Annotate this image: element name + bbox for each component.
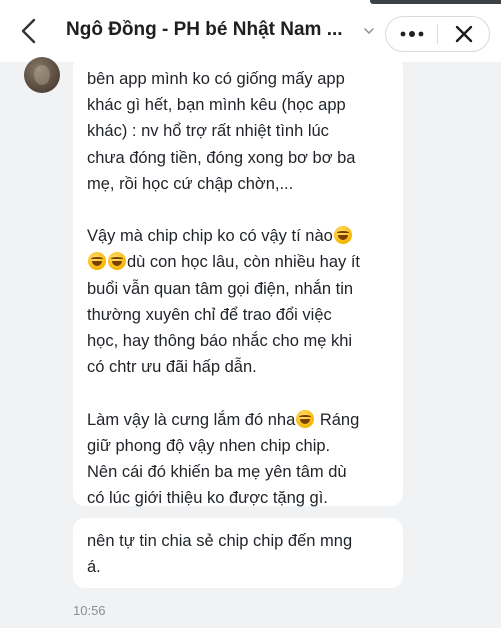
laughing-emoji-icon <box>108 252 126 271</box>
message-paragraph: Vậy mà chip chip ko có vậy tí nào dù con… <box>87 226 360 377</box>
sender-avatar[interactable] <box>24 57 60 93</box>
capsule-menu <box>385 16 490 52</box>
window-edge <box>370 0 501 4</box>
message-timestamp: 10:56 <box>73 603 106 618</box>
chevron-down-icon[interactable] <box>362 24 376 38</box>
conversation-title[interactable]: Ngô Đồng - PH bé Nhật Nam ... <box>66 18 358 42</box>
message-paragraph: bên app mình ko có giống mấy app khác gì… <box>87 70 356 193</box>
chat-header: Ngô Đồng - PH bé Nhật Nam ... <box>0 0 501 62</box>
message-bubble[interactable]: nên tự tin chia sẻ chip chip đến mng á. <box>73 518 403 588</box>
laughing-emoji-icon <box>333 226 352 245</box>
message-paragraph: nên tự tin chia sẻ chip chip đến mng á. <box>87 532 353 577</box>
close-button[interactable] <box>438 17 489 51</box>
close-icon <box>455 25 472 43</box>
back-button[interactable] <box>14 16 44 46</box>
more-horizontal-icon <box>400 31 423 37</box>
laughing-emoji-icon <box>296 409 315 428</box>
message-paragraph: Làm vậy là cưng lắm đó nha Ráng giữ phon… <box>87 409 360 508</box>
laughing-emoji-icon <box>88 252 106 271</box>
more-button[interactable] <box>386 17 437 51</box>
chevron-left-icon <box>21 18 36 44</box>
message-bubble[interactable]: bên app mình ko có giống mấy app khác gì… <box>73 56 403 507</box>
